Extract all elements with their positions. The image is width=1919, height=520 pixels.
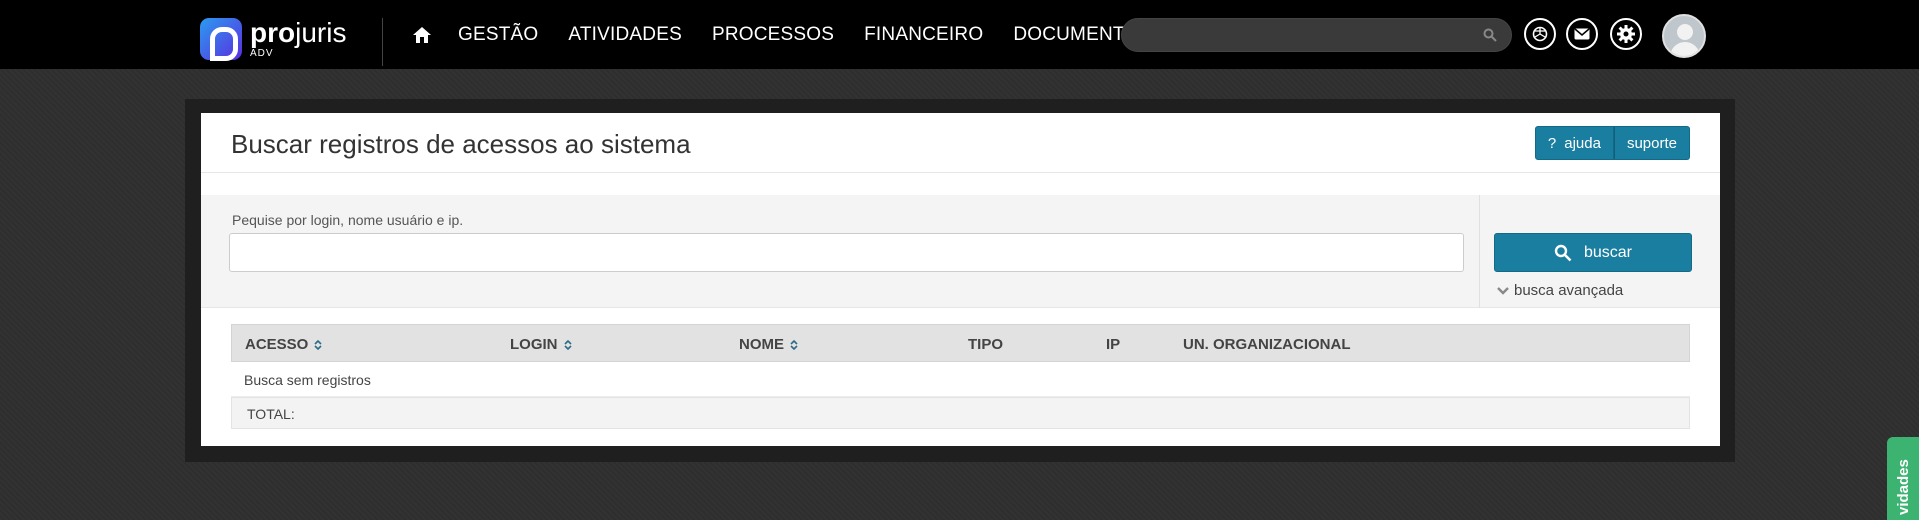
logo-text: projuris ADV: [250, 19, 346, 59]
help-button-group: ? ajuda suporte: [1534, 126, 1690, 160]
empty-message: Busca sem registros: [244, 372, 371, 388]
help-button-label: ajuda: [1564, 134, 1601, 152]
search-button-label: buscar: [1583, 243, 1633, 261]
nav-item-processos[interactable]: PROCESSOS: [712, 24, 834, 46]
envelope-icon: [1574, 28, 1590, 40]
gear-icon: [1617, 25, 1635, 43]
logo-wordmark: projuris: [250, 19, 346, 47]
column-header-login[interactable]: LOGIN: [510, 336, 572, 353]
column-label-un-organizacional: UN. ORGANIZACIONAL: [1183, 336, 1351, 353]
column-header-un-organizacional: UN. ORGANIZACIONAL: [1183, 336, 1351, 353]
title-divider: [201, 172, 1720, 173]
top-navigation-bar: projuris ADV GESTÃO ATIVIDADES PROCESSOS…: [0, 0, 1919, 69]
settings-button[interactable]: [1610, 18, 1642, 50]
access-log-panel: Buscar registros de acessos ao sistema ?…: [201, 113, 1720, 446]
help-button[interactable]: ? ajuda: [1534, 126, 1614, 160]
chevron-down-icon: [1497, 286, 1509, 295]
sort-icon: [563, 339, 572, 350]
nav-item-atividades[interactable]: ATIVIDADES: [568, 24, 682, 46]
filter-separator: [1479, 195, 1480, 308]
filter-search-input[interactable]: [229, 233, 1464, 272]
header-divider: [382, 18, 383, 66]
projuris-logo[interactable]: projuris ADV: [200, 18, 346, 61]
side-tab-label: vidades: [1895, 459, 1912, 515]
magnifier-icon: [1554, 244, 1572, 261]
sort-icon: [790, 339, 798, 350]
page-title: Buscar registros de acessos ao sistema: [231, 129, 691, 159]
column-label-acesso: ACESSO: [245, 336, 309, 353]
global-search: [1121, 18, 1512, 52]
nav-item-financeiro[interactable]: FINANCEIRO: [864, 24, 983, 46]
logo-subtitle: ADV: [250, 48, 274, 59]
search-filter-area: Pequise por login, nome usuário e ip. bu…: [201, 195, 1720, 308]
main-nav: GESTÃO ATIVIDADES PROCESSOS FINANCEIRO D…: [458, 24, 1152, 46]
search-icon[interactable]: [1483, 28, 1497, 42]
total-label: TOTAL:: [247, 406, 295, 422]
filter-label: Pequise por login, nome usuário e ip.: [232, 212, 464, 228]
table-total-row: TOTAL:: [231, 397, 1690, 429]
sort-icon: [314, 339, 322, 350]
activities-side-tab[interactable]: vidades: [1887, 437, 1919, 520]
global-search-input[interactable]: [1122, 19, 1511, 51]
column-label-ip: IP: [1106, 336, 1121, 353]
home-icon[interactable]: [412, 25, 432, 45]
question-icon: ?: [1547, 134, 1557, 152]
advanced-search-toggle[interactable]: busca avançada: [1497, 282, 1623, 299]
column-header-tipo: TIPO: [968, 336, 1003, 353]
column-label-tipo: TIPO: [968, 336, 1004, 353]
logo-word-bold: pro: [250, 17, 296, 48]
openai-icon: [1532, 26, 1548, 42]
column-label-login: LOGIN: [510, 336, 558, 353]
user-avatar[interactable]: [1662, 14, 1706, 58]
logo-word-light: juris: [295, 17, 347, 48]
column-label-nome: NOME: [739, 336, 784, 353]
column-header-nome[interactable]: NOME: [739, 336, 798, 353]
column-header-acesso[interactable]: ACESSO: [245, 336, 322, 353]
ai-assistant-button[interactable]: [1524, 18, 1556, 50]
access-log-table: ACESSO LOGIN NOME TIPO IP UN. ORGANIZACI…: [231, 324, 1690, 429]
nav-item-gestao[interactable]: GESTÃO: [458, 24, 538, 46]
support-button-label: suporte: [1626, 134, 1677, 152]
table-empty-row: Busca sem registros: [231, 362, 1690, 397]
advanced-search-label: busca avançada: [1514, 282, 1624, 299]
projuris-logo-icon: [200, 18, 242, 61]
search-button[interactable]: buscar: [1494, 233, 1692, 272]
column-header-ip: IP: [1106, 336, 1120, 353]
table-header: ACESSO LOGIN NOME TIPO IP UN. ORGANIZACI…: [231, 324, 1690, 362]
support-button[interactable]: suporte: [1613, 126, 1690, 160]
messages-button[interactable]: [1566, 18, 1598, 50]
